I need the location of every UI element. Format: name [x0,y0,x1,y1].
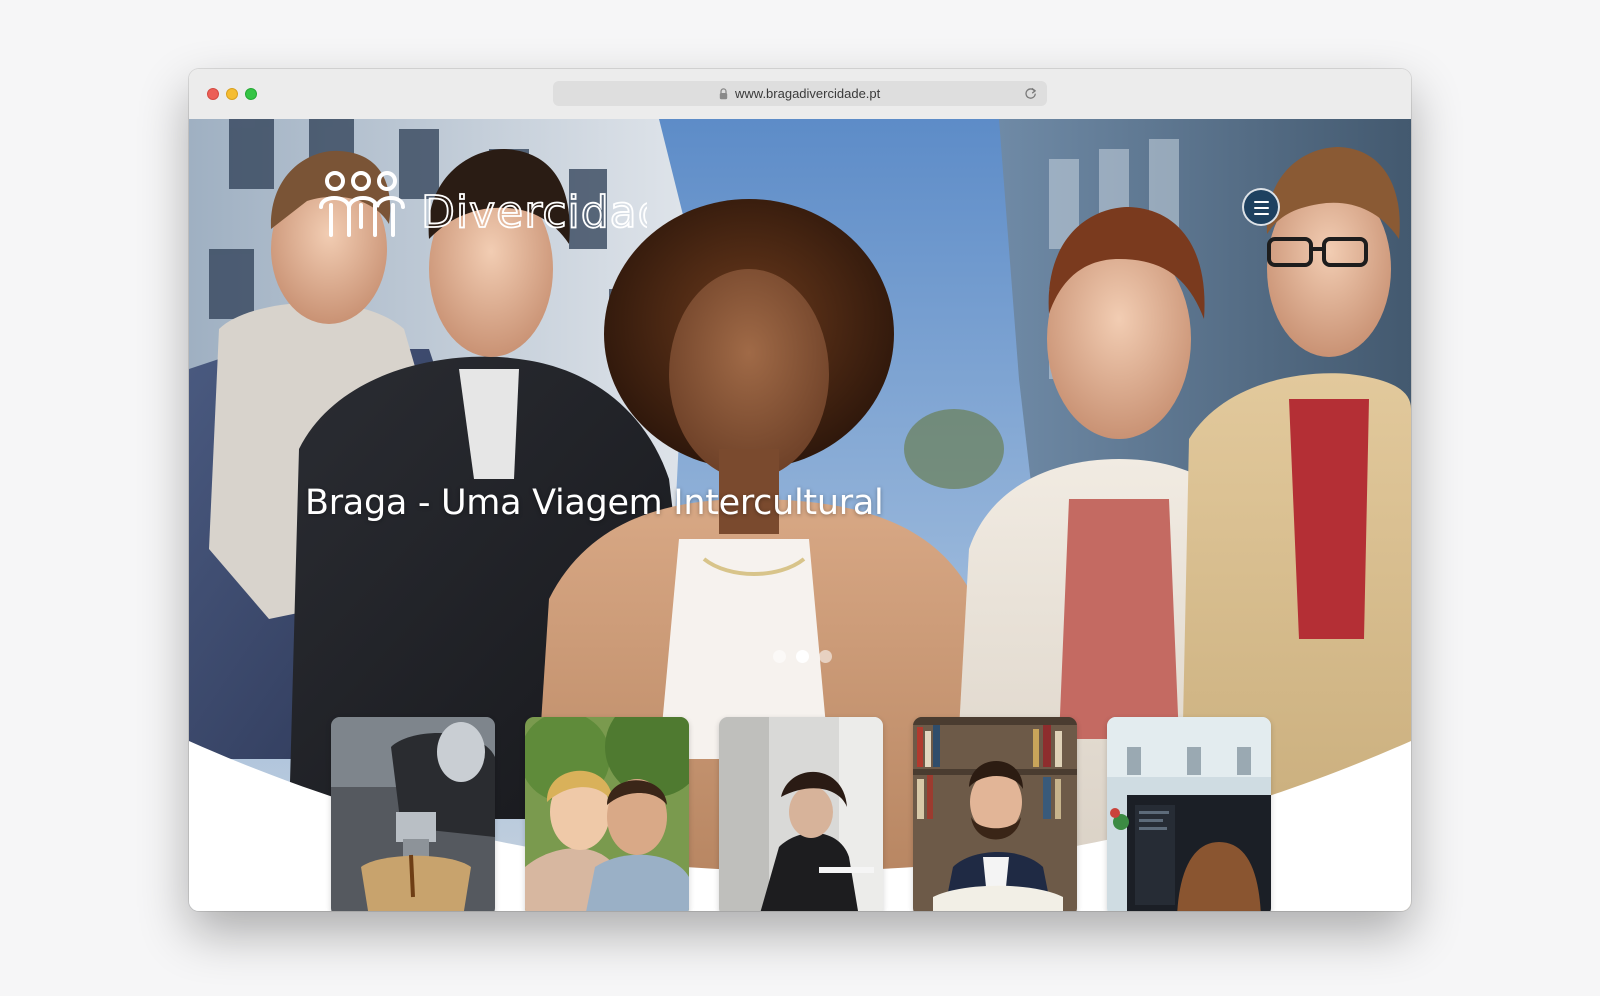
card-couple[interactable] [525,717,689,911]
card-man-library[interactable] [913,717,1077,911]
url-text: www.bragadivercidade.pt [735,86,881,101]
page-viewport: Divercidade Braga - Uma Viagem Intercult… [189,119,1411,911]
man-library-image [913,717,1077,911]
feature-cards [189,119,1411,911]
lock-icon [719,88,728,100]
coffee-image [331,717,495,911]
card-woman-laptop[interactable] [719,717,883,911]
card-woman-computer[interactable] [1107,717,1271,911]
card-coffee[interactable] [331,717,495,911]
minimize-window-button[interactable] [226,88,238,100]
woman-laptop-image [719,717,883,911]
reload-icon[interactable] [1024,87,1037,100]
maximize-window-button[interactable] [245,88,257,100]
woman-computer-image [1107,717,1271,911]
couple-image [525,717,689,911]
address-bar[interactable]: www.bragadivercidade.pt [553,81,1047,106]
browser-window: www.bragadivercidade.pt Divercida Braga … [189,69,1411,911]
close-window-button[interactable] [207,88,219,100]
browser-titlebar: www.bragadivercidade.pt [189,69,1411,120]
